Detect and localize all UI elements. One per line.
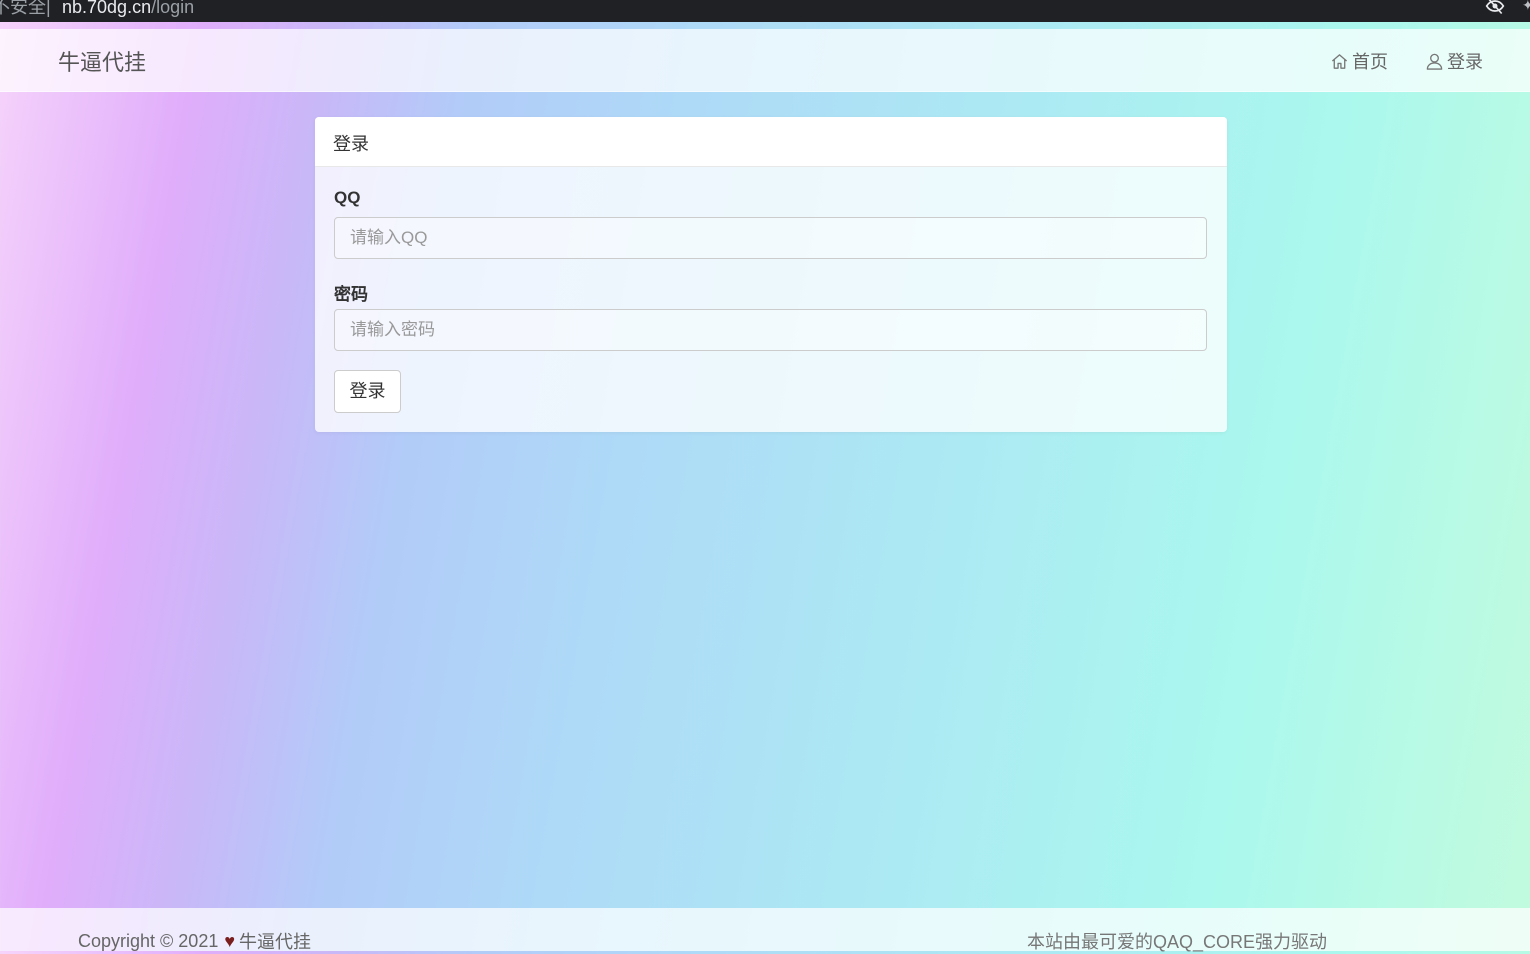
login-panel-header: 登录	[315, 117, 1227, 167]
security-indicator[interactable]: 不安全	[0, 0, 46, 16]
brand-logo-text[interactable]: 牛逼代挂	[58, 45, 146, 77]
nav-home-link[interactable]: 首页	[1330, 48, 1388, 74]
qq-input[interactable]	[334, 217, 1207, 259]
top-navbar: 牛逼代挂 首页 登录	[0, 29, 1530, 92]
password-input[interactable]	[334, 309, 1207, 351]
powered-by-text: 本站由最可爱的QAQ_CORE强力驱动	[1027, 932, 1328, 952]
login-panel: 登录 QQ 密码 登录	[315, 117, 1227, 432]
url-field[interactable]: nb.70dg.cn/login	[62, 0, 195, 17]
address-separator: |	[46, 0, 51, 17]
more-icon[interactable]: ✦	[1522, 0, 1530, 13]
nav-login-link[interactable]: 登录	[1425, 48, 1483, 74]
url-path: /login	[151, 0, 195, 17]
nav-login-label: 登录	[1447, 52, 1483, 72]
password-label: 密码	[334, 285, 368, 304]
copyright-label: Copyright © 2021	[78, 930, 219, 951]
login-submit-button[interactable]: 登录	[334, 370, 401, 413]
heart-icon: ♥	[224, 930, 236, 951]
user-icon	[1426, 53, 1443, 70]
home-icon	[1331, 53, 1348, 69]
copyright-text: Copyright © 2021 ♥ 牛逼代挂	[78, 928, 311, 954]
browser-address-bar: 不安全 | nb.70dg.cn/login ✦	[0, 0, 1530, 22]
eye-slash-icon[interactable]	[1484, 0, 1506, 16]
nav-home-label: 首页	[1352, 52, 1388, 72]
footer-site-name[interactable]: 牛逼代挂	[239, 928, 311, 954]
url-host: nb.70dg.cn	[62, 0, 152, 17]
login-panel-title: 登录	[333, 134, 369, 154]
page-footer: Copyright © 2021 ♥ 牛逼代挂 本站由最可爱的QAQ_CORE强…	[0, 908, 1530, 954]
qq-label: QQ	[334, 188, 361, 207]
